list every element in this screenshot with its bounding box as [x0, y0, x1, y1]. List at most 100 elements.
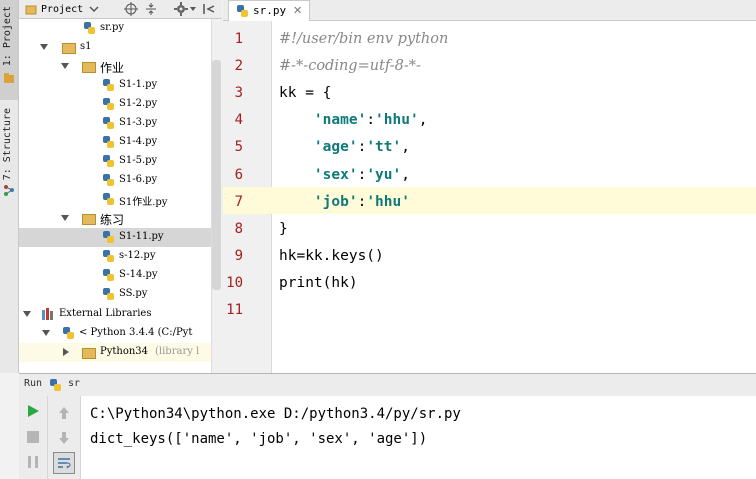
- tree-item-s1-11-selected[interactable]: S1-11.py: [19, 228, 211, 247]
- tree-item-label: sr.py: [100, 22, 125, 33]
- chevron-down-icon: [190, 7, 196, 11]
- code-line[interactable]: hk=kk.keys(): [279, 248, 384, 264]
- code-line[interactable]: }: [279, 221, 288, 237]
- tree-item-python34[interactable]: Python34 (library l: [19, 343, 211, 362]
- rerun-icon[interactable]: [26, 404, 40, 418]
- line-number: 5: [234, 139, 243, 156]
- tree-item-ss[interactable]: SS.py: [19, 285, 211, 304]
- tree-item-label: < Python 3.4.4 (C:/Pyt: [79, 327, 193, 338]
- chevron-down-icon: [89, 6, 99, 13]
- expand-arrow-icon[interactable]: [42, 330, 50, 336]
- tree-item-label: S-14.py: [119, 269, 158, 280]
- line-number: 8: [234, 220, 243, 237]
- collapse-icon: [146, 3, 156, 15]
- tree-item-s1-6[interactable]: S1-6.py: [19, 171, 211, 190]
- code-token: }: [279, 220, 288, 237]
- structure-tool-tab[interactable]: 7: Structure: [0, 104, 18, 204]
- python-file-icon: [103, 98, 114, 110]
- tree-item-s1-zuoye[interactable]: S1作业.py: [19, 190, 211, 209]
- tool-window-strip: 1: Project 7: Structure: [0, 0, 19, 373]
- tree-item-s1[interactable]: s1: [19, 38, 211, 57]
- tree-item-label: S1-6.py: [119, 174, 158, 185]
- tree-item-label: S1-1.py: [119, 79, 158, 90]
- code-string: 'tt': [366, 139, 402, 156]
- expand-arrow-icon[interactable]: [63, 348, 69, 356]
- hide-panel-button[interactable]: [202, 1, 216, 17]
- pause-icon[interactable]: [26, 455, 40, 469]
- code-token: print(hk): [279, 274, 358, 291]
- tree-item-python-sdk[interactable]: < Python 3.4.4 (C:/Pyt: [19, 324, 211, 343]
- run-panel-header: Run sr: [19, 373, 756, 397]
- tree-item-zuoye[interactable]: 作业: [19, 57, 211, 76]
- soft-wrap-toggle[interactable]: [53, 452, 75, 474]
- tree-item-s1-1[interactable]: S1-1.py: [19, 76, 211, 95]
- tree-item-label: s-12.py: [119, 250, 156, 261]
- editor-tab-sr-py[interactable]: sr.py ✕: [228, 0, 310, 21]
- settings-button[interactable]: [174, 1, 197, 17]
- run-config-name[interactable]: sr: [68, 378, 80, 389]
- expand-arrow-icon[interactable]: [61, 215, 69, 221]
- tree-item-lianxi[interactable]: 练习: [19, 209, 211, 228]
- python-run-config-icon: [50, 379, 61, 391]
- project-view-selector[interactable]: Project: [25, 1, 99, 17]
- expand-arrow-icon[interactable]: [61, 63, 69, 69]
- tree-item-label: 练习: [100, 213, 125, 227]
- folder-icon: [82, 62, 96, 73]
- python-file-icon: [103, 155, 114, 167]
- project-tree: sr.py s1 作业 S1-1.py S1-2.py S1-3.py S1-4…: [19, 19, 211, 373]
- structure-icon: [3, 184, 15, 196]
- scroll-from-source-button[interactable]: [124, 1, 138, 17]
- project-icon: [3, 72, 15, 84]
- stop-icon[interactable]: [26, 430, 40, 444]
- run-toolbar-primary: [19, 396, 48, 479]
- code-line[interactable]: 'sex':'yu',: [279, 167, 410, 183]
- tree-item-s1-2[interactable]: S1-2.py: [19, 95, 211, 114]
- tree-item-s1-3[interactable]: S1-3.py: [19, 114, 211, 133]
- code-token: hk=kk.keys(): [279, 247, 384, 264]
- line-number: 11: [226, 302, 243, 318]
- expand-arrow-icon[interactable]: [23, 311, 31, 317]
- code-string: 'hhu': [375, 112, 419, 129]
- expand-arrow-icon[interactable]: [40, 44, 48, 50]
- code-string: 'job': [313, 193, 358, 210]
- arrow-up-icon[interactable]: [57, 406, 71, 420]
- code-line[interactable]: 'age':'tt',: [279, 139, 410, 155]
- library-icon: [41, 308, 55, 323]
- python-file-icon: [103, 79, 114, 91]
- code-line[interactable]: 'name':'hhu',: [279, 112, 428, 129]
- tree-item-s1-4[interactable]: S1-4.py: [19, 133, 211, 152]
- code-token: ,: [418, 112, 428, 129]
- code-string: 'hhu': [366, 193, 410, 210]
- python-sdk-icon: [63, 327, 74, 339]
- tree-item-s-14[interactable]: S-14.py: [19, 266, 211, 285]
- python-file-icon: [237, 5, 248, 17]
- folder-icon: [82, 348, 96, 359]
- python-file-icon: [84, 22, 95, 34]
- code-line[interactable]: 'job':'hhu': [279, 194, 410, 210]
- project-tool-tab[interactable]: 1: Project: [0, 0, 18, 100]
- code-line[interactable]: #-*-coding=utf-8-*-: [279, 58, 421, 74]
- close-tab-icon[interactable]: ✕: [293, 4, 302, 17]
- code-comment: #!/user/bin env python: [279, 31, 449, 47]
- code-token: kk = {: [279, 85, 332, 102]
- tree-item-suffix: (library l: [155, 346, 200, 357]
- code-line[interactable]: kk = {: [279, 85, 331, 101]
- tree-item-label: SS.py: [119, 288, 148, 299]
- arrow-down-icon[interactable]: [57, 431, 71, 445]
- code-comment: #-*-coding=utf-8-*-: [279, 58, 421, 75]
- tree-item-s1-5[interactable]: S1-5.py: [19, 152, 211, 171]
- tree-item-s-12[interactable]: s-12.py: [19, 247, 211, 266]
- python-file-icon: [103, 174, 114, 186]
- collapse-all-button[interactable]: [144, 1, 158, 17]
- python-file-icon: [103, 117, 114, 129]
- project-scrollbar-thumb[interactable]: [212, 60, 221, 290]
- tree-item-sr-py[interactable]: sr.py: [19, 19, 211, 38]
- structure-tool-tab-label: 7: Structure: [2, 108, 13, 181]
- tree-item-external-libraries[interactable]: External Libraries: [19, 305, 211, 324]
- hide-icon: [203, 4, 215, 14]
- code-line[interactable]: print(hk): [279, 275, 358, 291]
- code-line[interactable]: #!/user/bin env python: [279, 31, 448, 47]
- code-token: :: [357, 166, 367, 183]
